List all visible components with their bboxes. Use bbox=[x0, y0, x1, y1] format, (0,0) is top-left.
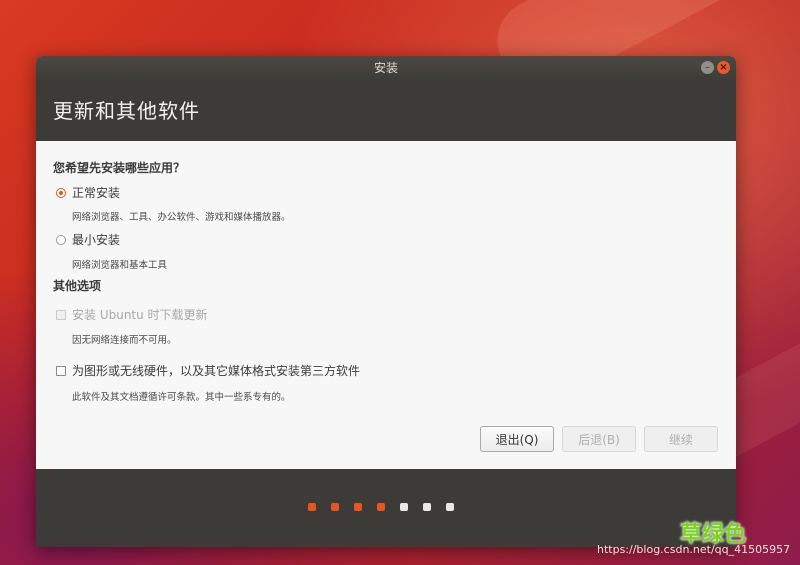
progress-dot bbox=[446, 503, 454, 511]
back-button: 后退(B) bbox=[562, 426, 636, 452]
window-controls: – × bbox=[701, 61, 730, 74]
normal-install-description: 网络浏览器、工具、办公软件、游戏和媒体播放器。 bbox=[72, 212, 291, 223]
progress-dot bbox=[331, 503, 339, 511]
third-party-software-description: 此软件及其文档遵循许可条款。其中一些系专有的。 bbox=[72, 392, 291, 403]
watermark-url: https://blog.csdn.net/qq_41505957 bbox=[597, 543, 791, 556]
window-title: 安装 bbox=[373, 61, 398, 75]
normal-install-radio[interactable]: 正常安装 bbox=[56, 184, 120, 201]
quit-button[interactable]: 退出(Q) bbox=[480, 426, 554, 452]
third-party-software-checkbox[interactable]: 为图形或无线硬件，以及其它媒体格式安装第三方软件 bbox=[56, 362, 360, 379]
normal-install-label: 正常安装 bbox=[72, 186, 121, 200]
third-party-software-label: 为图形或无线硬件，以及其它媒体格式安装第三方软件 bbox=[72, 364, 361, 378]
progress-dot bbox=[308, 503, 316, 511]
download-updates-description: 因无网络连接而不可用。 bbox=[72, 335, 177, 346]
checkbox-icon[interactable] bbox=[56, 365, 66, 376]
radio-selected-icon[interactable] bbox=[56, 187, 66, 198]
window-titlebar[interactable]: 安装 – × bbox=[36, 56, 736, 81]
download-updates-label: 安装 Ubuntu 时下载更新 bbox=[72, 308, 208, 322]
minimal-install-radio[interactable]: 最小安装 bbox=[56, 231, 120, 248]
progress-dot bbox=[423, 503, 431, 511]
download-updates-checkbox: 安装 Ubuntu 时下载更新 bbox=[56, 306, 208, 323]
minimal-install-label: 最小安装 bbox=[72, 233, 121, 247]
progress-footer bbox=[36, 469, 736, 547]
minimize-icon[interactable]: – bbox=[701, 61, 714, 74]
install-type-question: 您希望先安装哪些应用？ bbox=[53, 161, 186, 175]
progress-dot bbox=[354, 503, 362, 511]
other-options-heading: 其他选项 bbox=[53, 279, 102, 293]
minimal-install-description: 网络浏览器和基本工具 bbox=[72, 260, 168, 271]
page-title: 更新和其他软件 bbox=[53, 99, 200, 123]
installer-window: 安装 – × 更新和其他软件 您希望先安装哪些应用？ 正常安装 网络浏览器、工具… bbox=[36, 56, 736, 547]
continue-button: 继续 bbox=[644, 426, 718, 452]
progress-dot bbox=[400, 503, 408, 511]
checkbox-disabled-icon bbox=[56, 309, 66, 320]
progress-dot bbox=[377, 503, 385, 511]
close-icon[interactable]: × bbox=[717, 61, 730, 74]
progress-indicator bbox=[308, 503, 454, 511]
radio-unselected-icon[interactable] bbox=[56, 234, 66, 245]
main-content: 您希望先安装哪些应用？ 正常安装 网络浏览器、工具、办公软件、游戏和媒体播放器。… bbox=[36, 141, 736, 469]
page-header: 更新和其他软件 bbox=[36, 81, 736, 141]
